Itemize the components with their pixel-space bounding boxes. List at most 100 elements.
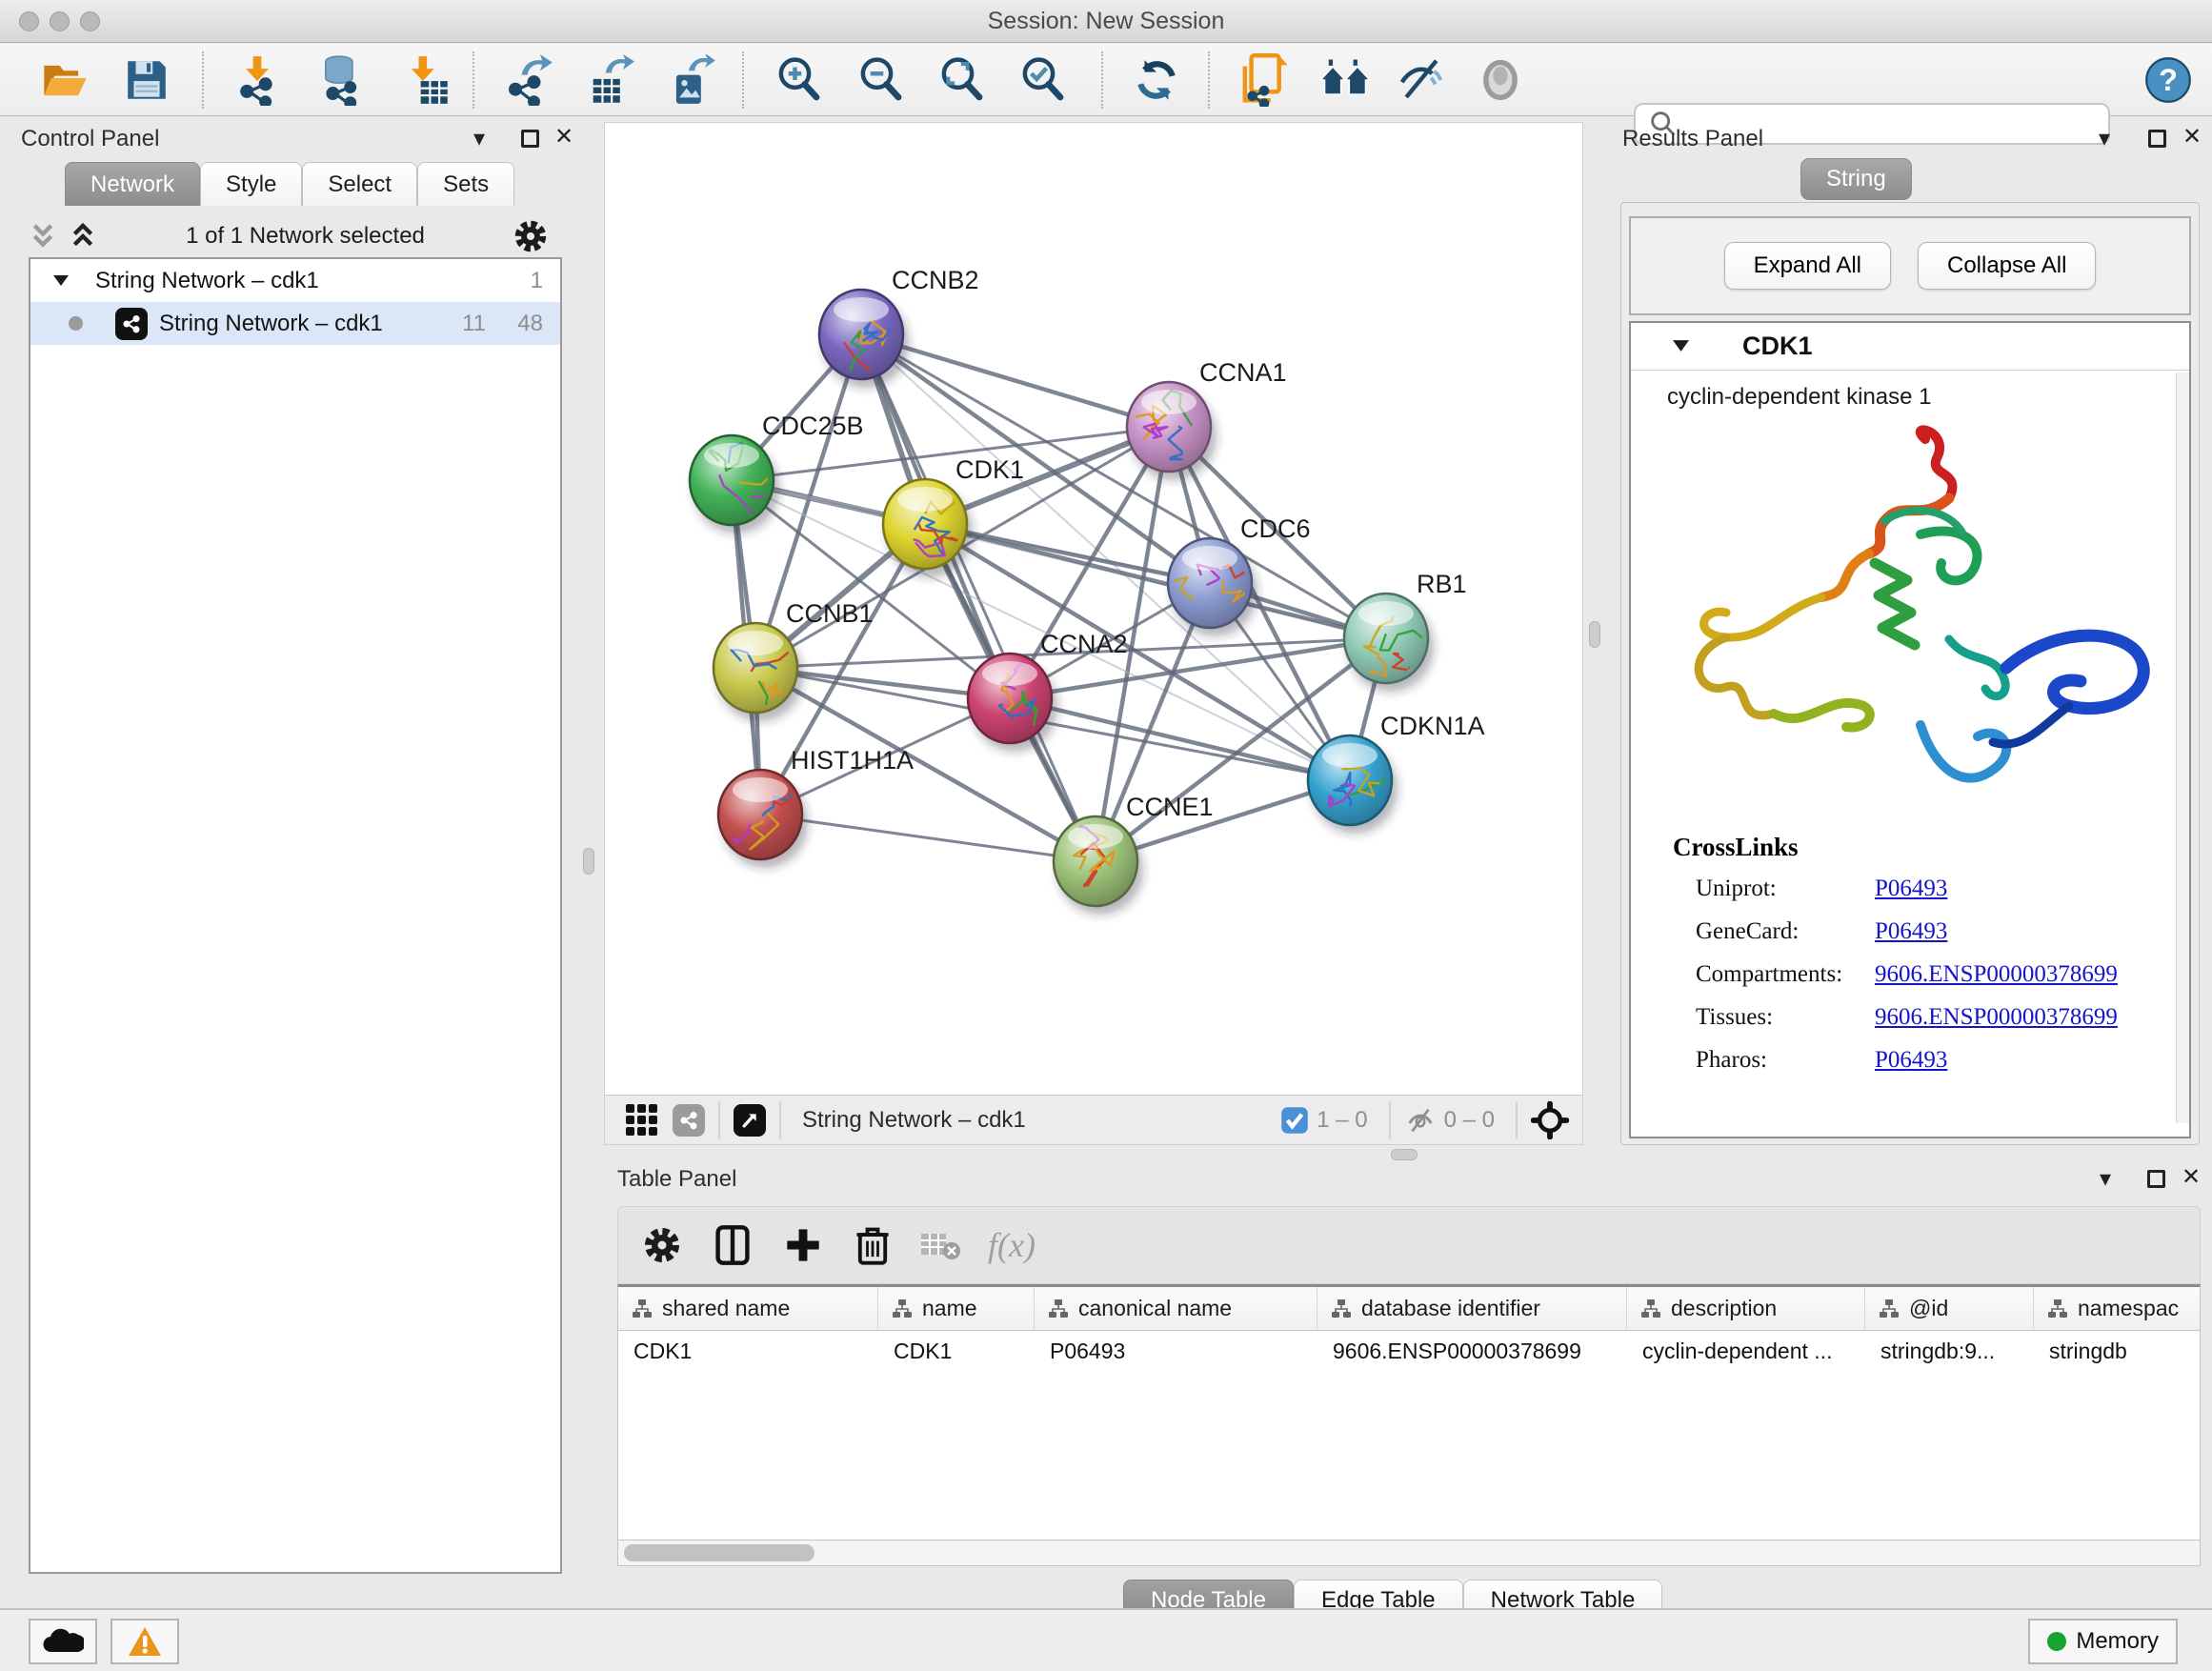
column-header-0[interactable]: shared name <box>618 1287 878 1330</box>
export-image-icon <box>666 54 715 106</box>
results-panel-title: Results Panel <box>1622 126 1763 151</box>
crosslink-genecard-link[interactable]: P06493 <box>1875 918 1947 945</box>
node-CDK1[interactable]: CDK1 <box>883 455 1024 577</box>
panel-close-icon[interactable]: ✕ <box>554 126 573 149</box>
open-session-button[interactable] <box>38 53 91 107</box>
node-CCNE1[interactable]: CCNE1 <box>1054 793 1214 915</box>
node-CCNB2[interactable]: CCNB2 <box>819 266 979 388</box>
string-view-icon[interactable] <box>673 1104 705 1137</box>
zoom-fit-button[interactable] <box>935 53 989 107</box>
cloud-status-button[interactable] <box>29 1619 97 1664</box>
panel-close-icon[interactable]: ✕ <box>2182 1166 2201 1189</box>
tab-string[interactable]: String <box>1800 158 1912 200</box>
selected-checkbox-icon[interactable] <box>1280 1106 1309 1135</box>
expand-all-button[interactable]: Expand All <box>1724 242 1891 290</box>
import-network-from-database-button[interactable] <box>314 53 368 107</box>
refresh-view-button[interactable] <box>1130 53 1183 107</box>
zoom-in-button[interactable] <box>773 53 826 107</box>
column-header-6[interactable]: namespac <box>2034 1287 2212 1330</box>
help-button[interactable]: ? <box>2142 53 2195 107</box>
show-all-button[interactable] <box>1318 53 1372 107</box>
column-header-3[interactable]: database identifier <box>1317 1287 1627 1330</box>
splitter-handle-bottom[interactable] <box>1391 1149 1418 1160</box>
edge-HIST1H1A-CCNE1 <box>760 815 1096 861</box>
network-canvas[interactable]: CCNB2CCNA1CDC25BCDK1CDC6RB1CCNB1CCNA2CDK… <box>605 123 1582 1095</box>
column-header-5[interactable]: @id <box>1865 1287 2034 1330</box>
collapse-all-button[interactable]: Collapse All <box>1918 242 2096 290</box>
export-table-icon <box>585 54 634 106</box>
table-panel: Table Panel ▾ ✕ f(x) shared namenamecano… <box>604 1160 2205 1604</box>
node-CCNA1[interactable]: CCNA1 <box>1127 358 1287 480</box>
network-collection-row[interactable]: String Network – cdk1 1 <box>30 259 560 302</box>
panel-collapse-icon[interactable]: ▾ <box>473 128 485 151</box>
crosslink-tissues-link[interactable]: 9606.ENSP00000378699 <box>1875 1004 2118 1031</box>
column-header-2[interactable]: canonical name <box>1035 1287 1317 1330</box>
memory-button[interactable]: Memory <box>2028 1619 2178 1664</box>
panel-float-icon[interactable] <box>521 130 539 148</box>
show-columns-icon[interactable] <box>714 1224 752 1266</box>
column-type-icon <box>632 1299 653 1319</box>
splitter-handle-left[interactable] <box>583 848 594 875</box>
toolbar-separator <box>202 51 204 109</box>
string-network-icon <box>115 308 148 340</box>
fit-content-crosshair-icon[interactable] <box>1531 1101 1569 1139</box>
crosslink-compartments-link[interactable]: 9606.ENSP00000378699 <box>1875 961 2118 988</box>
node-label-HIST1H1A: HIST1H1A <box>791 746 914 775</box>
tab-style[interactable]: Style <box>200 162 302 206</box>
network-row[interactable]: String Network – cdk1 11 48 <box>30 302 560 345</box>
export-network-button[interactable] <box>501 53 554 107</box>
expand-all-networks-icon[interactable] <box>69 221 97 252</box>
column-header-4[interactable]: description <box>1627 1287 1865 1330</box>
clone-network-icon <box>1238 53 1290 107</box>
results-scrollbar[interactable] <box>2176 372 2189 1123</box>
node-CDKN1A[interactable]: CDKN1A <box>1308 712 1485 834</box>
svg-text:?: ? <box>2159 63 2178 97</box>
birdseye-view-icon[interactable] <box>734 1104 766 1137</box>
node-HIST1H1A[interactable]: HIST1H1A <box>711 746 914 868</box>
collection-expand-triangle-icon[interactable] <box>53 275 69 287</box>
panel-collapse-icon[interactable]: ▾ <box>2100 1168 2111 1191</box>
clone-network-button[interactable] <box>1237 53 1291 107</box>
zoom-out-button[interactable] <box>855 53 908 107</box>
create-column-plus-icon[interactable] <box>784 1226 822 1264</box>
node-label-CCNB1: CCNB1 <box>786 599 874 628</box>
table-options-gear-icon[interactable] <box>643 1226 681 1264</box>
hide-selected-button[interactable] <box>1395 53 1448 107</box>
crosslink-uniprot-link[interactable]: P06493 <box>1875 876 1947 902</box>
delete-column-trash-icon[interactable] <box>855 1224 891 1266</box>
network-view-panel: CCNB2CCNA1CDC25BCDK1CDC6RB1CCNB1CCNA2CDK… <box>604 122 1583 1145</box>
import-table-icon <box>400 54 450 106</box>
panel-float-icon[interactable] <box>2147 1170 2165 1188</box>
network-options-gear-icon[interactable] <box>513 219 548 253</box>
table-row[interactable]: CDK1CDK1P064939606.ENSP00000378699cyclin… <box>618 1331 2200 1371</box>
houses-icon <box>1318 56 1372 104</box>
tab-network[interactable]: Network <box>65 162 200 206</box>
import-database-icon <box>315 54 367 106</box>
table-hscrollbar-thumb[interactable] <box>624 1544 814 1561</box>
collapse-all-networks-icon[interactable] <box>29 221 57 252</box>
panel-float-icon[interactable] <box>2148 130 2166 148</box>
gene-collapse-triangle-icon[interactable] <box>1673 340 1689 352</box>
show-hidden-button[interactable] <box>1474 53 1527 107</box>
panel-collapse-icon[interactable]: ▾ <box>2099 128 2110 151</box>
node-RB1[interactable]: RB1 <box>1344 570 1467 710</box>
splitter-handle-right[interactable] <box>1589 621 1600 648</box>
control-panel: Control Panel ▾ ✕ Network Style Select S… <box>8 122 564 1581</box>
export-table-button[interactable] <box>583 53 636 107</box>
save-session-button[interactable] <box>120 53 173 107</box>
node-label-RB1: RB1 <box>1417 570 1467 598</box>
tab-sets[interactable]: Sets <box>417 162 514 206</box>
warning-status-button[interactable] <box>111 1619 179 1664</box>
cloud-icon <box>42 1627 84 1656</box>
hidden-eye-slash-icon[interactable] <box>1404 1104 1437 1137</box>
column-header-1[interactable]: name <box>878 1287 1035 1330</box>
panel-close-icon[interactable]: ✕ <box>2182 126 2202 149</box>
zoom-selected-button[interactable] <box>1016 53 1070 107</box>
tab-select[interactable]: Select <box>302 162 417 206</box>
table-cell: CDK1 <box>878 1331 1035 1371</box>
import-network-button[interactable] <box>231 53 284 107</box>
grid-view-icon[interactable] <box>626 1104 657 1136</box>
export-image-button[interactable] <box>664 53 717 107</box>
import-table-button[interactable] <box>398 53 452 107</box>
crosslink-pharos-link[interactable]: P06493 <box>1875 1047 1947 1074</box>
